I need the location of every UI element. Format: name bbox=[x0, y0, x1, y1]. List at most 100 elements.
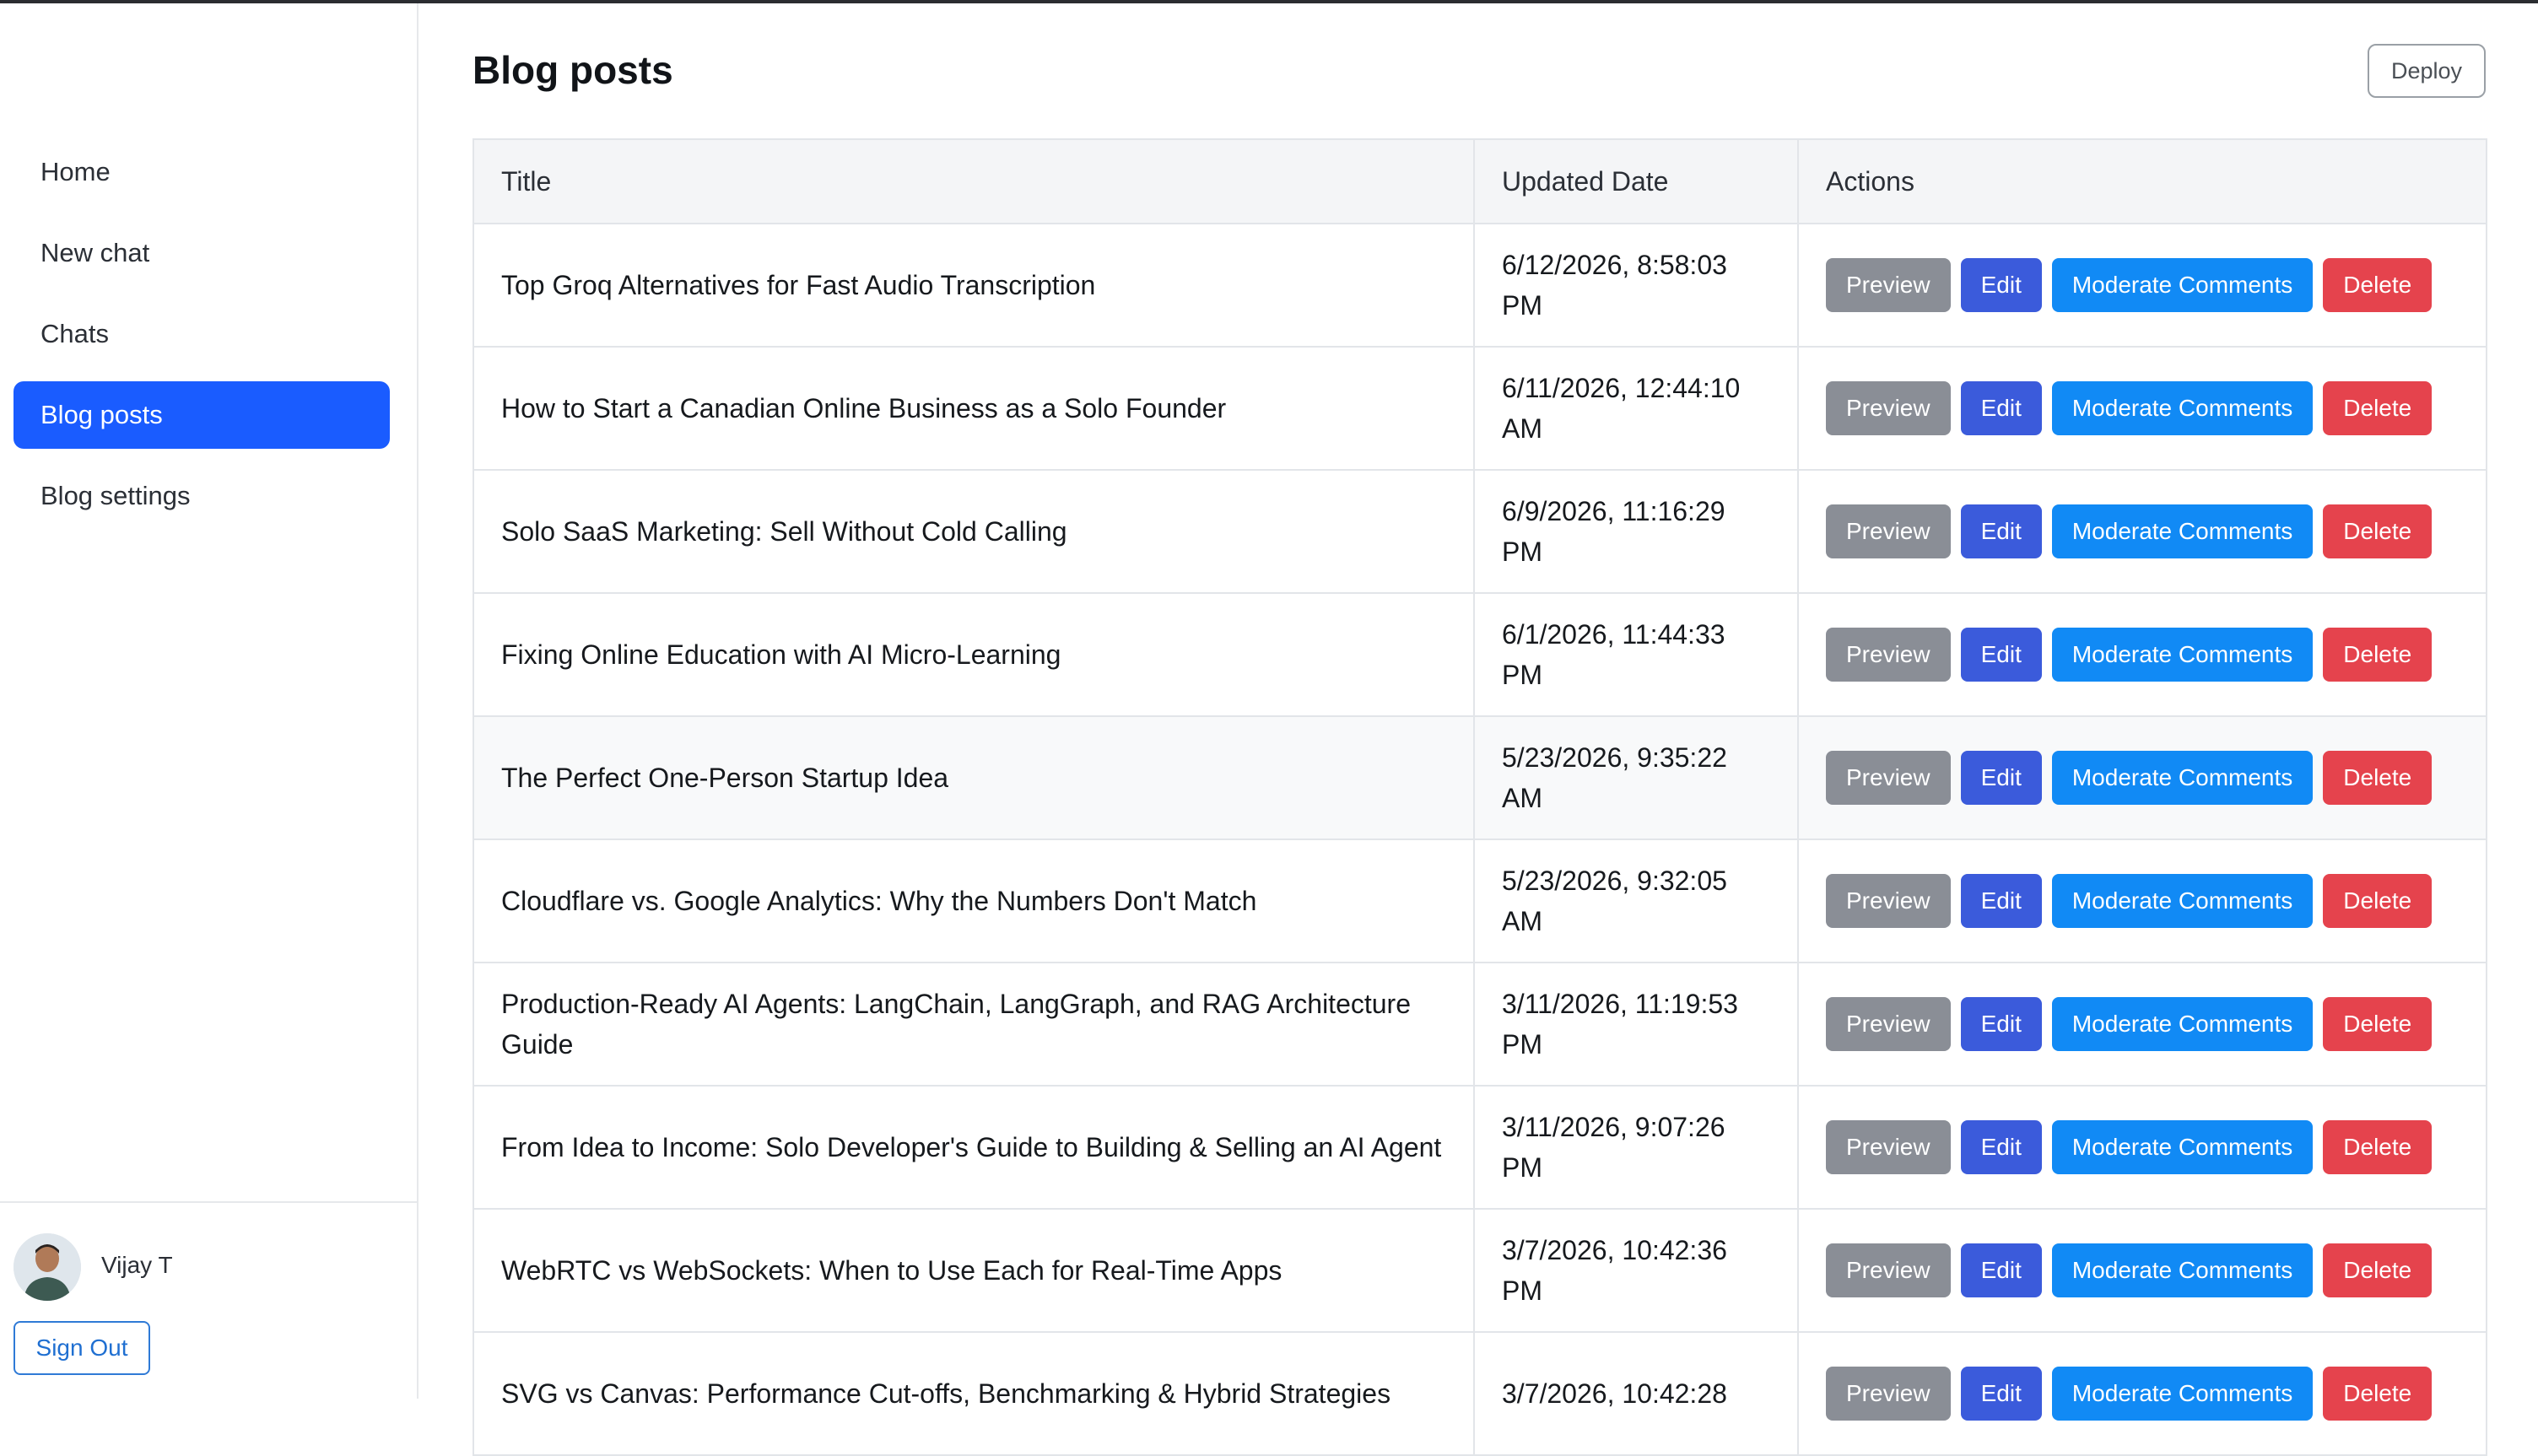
delete-button[interactable]: Delete bbox=[2323, 1120, 2433, 1174]
user-avatar-icon bbox=[14, 1233, 81, 1301]
sidebar-item-chats[interactable]: Chats bbox=[14, 300, 390, 368]
preview-button[interactable]: Preview bbox=[1826, 751, 1951, 805]
moderate-comments-button[interactable]: Moderate Comments bbox=[2051, 1367, 2314, 1421]
sidebar: Home New chat Chats Blog posts Blog sett… bbox=[0, 3, 418, 1399]
post-title: Top Groq Alternatives for Fast Audio Tra… bbox=[472, 223, 1475, 348]
moderate-comments-button[interactable]: Moderate Comments bbox=[2051, 504, 2314, 558]
preview-button[interactable]: Preview bbox=[1826, 1367, 1951, 1421]
avatar bbox=[14, 1233, 81, 1301]
user-name: Vijay T bbox=[101, 1252, 173, 1278]
edit-button[interactable]: Edit bbox=[1960, 504, 2042, 558]
blog-posts-table: Title Updated Date Actions Top Groq Alte… bbox=[472, 138, 2487, 1456]
delete-button[interactable]: Delete bbox=[2323, 1243, 2433, 1297]
column-header-actions: Actions bbox=[1797, 138, 2487, 224]
row-actions: Preview Edit Moderate Comments Delete bbox=[1797, 223, 2487, 348]
sidebar-item-blog-posts[interactable]: Blog posts bbox=[14, 381, 390, 449]
delete-button[interactable]: Delete bbox=[2323, 751, 2433, 805]
edit-button[interactable]: Edit bbox=[1960, 381, 2042, 435]
user-panel: Vijay T Sign Out bbox=[0, 1201, 417, 1399]
preview-button[interactable]: Preview bbox=[1826, 874, 1951, 928]
edit-button[interactable]: Edit bbox=[1960, 751, 2042, 805]
post-updated-date: 3/7/2026, 10:42:28 bbox=[1473, 1331, 1799, 1456]
main-content: Blog posts Deploy Title Updated Date Act… bbox=[472, 3, 2487, 1456]
preview-button[interactable]: Preview bbox=[1826, 1243, 1951, 1297]
post-title: Cloudflare vs. Google Analytics: Why the… bbox=[472, 839, 1475, 963]
preview-button[interactable]: Preview bbox=[1826, 1120, 1951, 1174]
table-row: From Idea to Income: Solo Developer's Gu… bbox=[472, 1085, 2487, 1210]
row-actions: Preview Edit Moderate Comments Delete bbox=[1797, 592, 2487, 717]
moderate-comments-button[interactable]: Moderate Comments bbox=[2051, 874, 2314, 928]
edit-button[interactable]: Edit bbox=[1960, 1243, 2042, 1297]
post-updated-date: 3/7/2026, 10:42:36 PM bbox=[1473, 1208, 1799, 1333]
delete-button[interactable]: Delete bbox=[2323, 504, 2433, 558]
delete-button[interactable]: Delete bbox=[2323, 258, 2433, 312]
table-body: Top Groq Alternatives for Fast Audio Tra… bbox=[472, 223, 2487, 1456]
post-title: Solo SaaS Marketing: Sell Without Cold C… bbox=[472, 469, 1475, 594]
table-header-row: Title Updated Date Actions bbox=[472, 138, 2487, 224]
sidebar-nav: Home New chat Chats Blog posts Blog sett… bbox=[14, 138, 390, 543]
page-title: Blog posts bbox=[472, 48, 673, 92]
edit-button[interactable]: Edit bbox=[1960, 1367, 2042, 1421]
table-row: Cloudflare vs. Google Analytics: Why the… bbox=[472, 839, 2487, 963]
sidebar-item-home[interactable]: Home bbox=[14, 138, 390, 206]
row-actions: Preview Edit Moderate Comments Delete bbox=[1797, 962, 2487, 1087]
post-updated-date: 6/1/2026, 11:44:33 PM bbox=[1473, 592, 1799, 717]
preview-button[interactable]: Preview bbox=[1826, 381, 1951, 435]
delete-button[interactable]: Delete bbox=[2323, 628, 2433, 682]
row-actions: Preview Edit Moderate Comments Delete bbox=[1797, 715, 2487, 840]
moderate-comments-button[interactable]: Moderate Comments bbox=[2051, 258, 2314, 312]
table-row: Top Groq Alternatives for Fast Audio Tra… bbox=[472, 223, 2487, 348]
post-title: How to Start a Canadian Online Business … bbox=[472, 346, 1475, 471]
post-updated-date: 6/12/2026, 8:58:03 PM bbox=[1473, 223, 1799, 348]
post-title: From Idea to Income: Solo Developer's Gu… bbox=[472, 1085, 1475, 1210]
moderate-comments-button[interactable]: Moderate Comments bbox=[2051, 1243, 2314, 1297]
post-title: Production-Ready AI Agents: LangChain, L… bbox=[472, 962, 1475, 1087]
sidebar-item-new-chat[interactable]: New chat bbox=[14, 219, 390, 287]
table-row: Production-Ready AI Agents: LangChain, L… bbox=[472, 962, 2487, 1087]
delete-button[interactable]: Delete bbox=[2323, 874, 2433, 928]
table-row: Fixing Online Education with AI Micro-Le… bbox=[472, 592, 2487, 717]
row-actions: Preview Edit Moderate Comments Delete bbox=[1797, 346, 2487, 471]
row-actions: Preview Edit Moderate Comments Delete bbox=[1797, 1331, 2487, 1456]
edit-button[interactable]: Edit bbox=[1960, 997, 2042, 1051]
post-updated-date: 3/11/2026, 11:19:53 PM bbox=[1473, 962, 1799, 1087]
moderate-comments-button[interactable]: Moderate Comments bbox=[2051, 751, 2314, 805]
edit-button[interactable]: Edit bbox=[1960, 874, 2042, 928]
moderate-comments-button[interactable]: Moderate Comments bbox=[2051, 381, 2314, 435]
post-title: WebRTC vs WebSockets: When to Use Each f… bbox=[472, 1208, 1475, 1333]
post-title: The Perfect One-Person Startup Idea bbox=[472, 715, 1475, 840]
post-updated-date: 5/23/2026, 9:32:05 AM bbox=[1473, 839, 1799, 963]
post-updated-date: 5/23/2026, 9:35:22 AM bbox=[1473, 715, 1799, 840]
post-title: Fixing Online Education with AI Micro-Le… bbox=[472, 592, 1475, 717]
edit-button[interactable]: Edit bbox=[1960, 1120, 2042, 1174]
edit-button[interactable]: Edit bbox=[1960, 258, 2042, 312]
table-row: WebRTC vs WebSockets: When to Use Each f… bbox=[472, 1208, 2487, 1333]
delete-button[interactable]: Delete bbox=[2323, 997, 2433, 1051]
row-actions: Preview Edit Moderate Comments Delete bbox=[1797, 1085, 2487, 1210]
table-row: Solo SaaS Marketing: Sell Without Cold C… bbox=[472, 469, 2487, 594]
delete-button[interactable]: Delete bbox=[2323, 1367, 2433, 1421]
column-header-updated-date: Updated Date bbox=[1473, 138, 1799, 224]
deploy-button[interactable]: Deploy bbox=[2368, 44, 2486, 98]
post-updated-date: 6/9/2026, 11:16:29 PM bbox=[1473, 469, 1799, 594]
moderate-comments-button[interactable]: Moderate Comments bbox=[2051, 1120, 2314, 1174]
table-row: SVG vs Canvas: Performance Cut-offs, Ben… bbox=[472, 1331, 2487, 1456]
sidebar-item-blog-settings[interactable]: Blog settings bbox=[14, 462, 390, 530]
row-actions: Preview Edit Moderate Comments Delete bbox=[1797, 839, 2487, 963]
table-row: How to Start a Canadian Online Business … bbox=[472, 346, 2487, 471]
preview-button[interactable]: Preview bbox=[1826, 504, 1951, 558]
post-updated-date: 6/11/2026, 12:44:10 AM bbox=[1473, 346, 1799, 471]
preview-button[interactable]: Preview bbox=[1826, 258, 1951, 312]
edit-button[interactable]: Edit bbox=[1960, 628, 2042, 682]
moderate-comments-button[interactable]: Moderate Comments bbox=[2051, 997, 2314, 1051]
row-actions: Preview Edit Moderate Comments Delete bbox=[1797, 1208, 2487, 1333]
delete-button[interactable]: Delete bbox=[2323, 381, 2433, 435]
table-row: The Perfect One-Person Startup Idea 5/23… bbox=[472, 715, 2487, 840]
sign-out-button[interactable]: Sign Out bbox=[14, 1321, 150, 1375]
row-actions: Preview Edit Moderate Comments Delete bbox=[1797, 469, 2487, 594]
preview-button[interactable]: Preview bbox=[1826, 628, 1951, 682]
post-updated-date: 3/11/2026, 9:07:26 PM bbox=[1473, 1085, 1799, 1210]
moderate-comments-button[interactable]: Moderate Comments bbox=[2051, 628, 2314, 682]
post-title: SVG vs Canvas: Performance Cut-offs, Ben… bbox=[472, 1331, 1475, 1456]
preview-button[interactable]: Preview bbox=[1826, 997, 1951, 1051]
